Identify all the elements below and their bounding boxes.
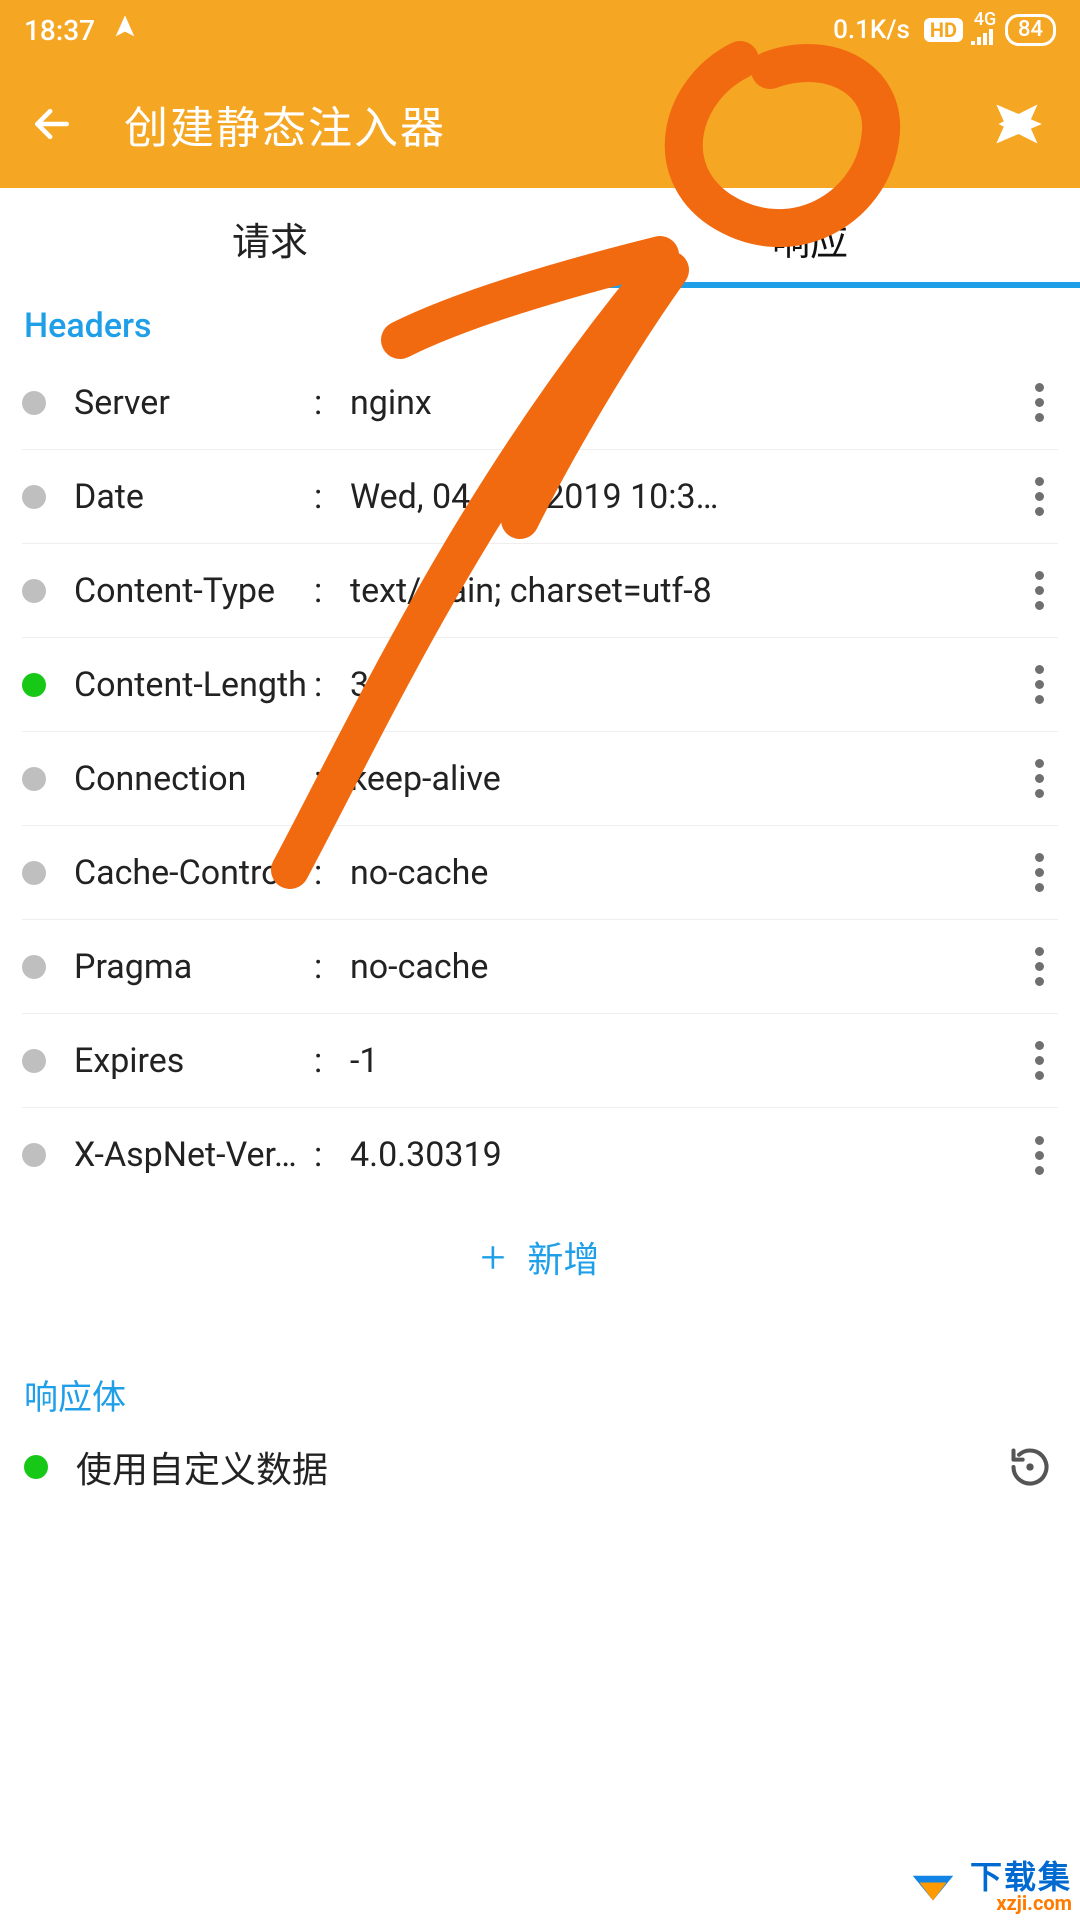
status-bar: 18:37 0.1K/s HD 4G 84 xyxy=(0,0,1080,60)
more-button[interactable] xyxy=(1020,853,1058,892)
body-section: 响应体 使用自定义数据 xyxy=(0,1352,1080,1505)
header-key: Content-Type xyxy=(74,571,314,611)
status-dot-icon xyxy=(22,955,46,979)
more-button[interactable] xyxy=(1020,665,1058,704)
more-vertical-icon xyxy=(1035,571,1044,610)
more-vertical-icon xyxy=(1035,1136,1044,1175)
status-dot-icon xyxy=(22,673,46,697)
colon: : xyxy=(314,1135,350,1175)
alarm-icon xyxy=(111,13,139,48)
add-header-label: 新增 xyxy=(527,1231,599,1283)
status-dot-icon xyxy=(24,1455,48,1479)
more-button[interactable] xyxy=(1020,759,1058,798)
more-button[interactable] xyxy=(1020,477,1058,516)
tab-request[interactable]: 请求 xyxy=(0,188,540,288)
colon: : xyxy=(314,853,350,893)
headers-section-title: Headers xyxy=(0,288,1080,356)
header-key: Cache-Control xyxy=(74,853,314,893)
tab-response[interactable]: 响应 xyxy=(540,188,1080,288)
header-value: text/plain; charset=utf-8 xyxy=(350,571,1020,611)
header-row[interactable]: Content-Length:32 xyxy=(22,638,1058,732)
header-value: keep-alive xyxy=(350,759,1020,799)
app-bar: 创建静态注入器 xyxy=(0,60,1080,188)
watermark: 下载集 xzji.com xyxy=(906,1860,1072,1914)
header-value: nginx xyxy=(350,383,1020,423)
more-vertical-icon xyxy=(1035,1041,1044,1080)
header-value: no-cache xyxy=(350,947,1020,987)
watermark-url: xzji.com xyxy=(970,1893,1072,1913)
colon: : xyxy=(314,477,350,517)
header-key: Connection xyxy=(74,759,314,799)
more-vertical-icon xyxy=(1035,477,1044,516)
battery-indicator: 84 xyxy=(1005,14,1056,46)
network-type: 4G xyxy=(971,13,999,47)
header-key: Expires xyxy=(74,1041,314,1081)
header-value: 4.0.30319 xyxy=(350,1135,1020,1175)
more-button[interactable] xyxy=(1020,383,1058,422)
header-value: -1 xyxy=(350,1041,1020,1081)
page-title: 创建静态注入器 xyxy=(124,92,446,156)
colon: : xyxy=(314,665,350,705)
plus-icon: + xyxy=(481,1231,506,1283)
header-key: X-AspNet-Ver… xyxy=(74,1135,314,1175)
header-value: 32 xyxy=(350,665,1020,705)
more-vertical-icon xyxy=(1035,853,1044,892)
status-dot-icon xyxy=(22,1143,46,1167)
header-row[interactable]: Server:nginx xyxy=(22,356,1058,450)
more-button[interactable] xyxy=(1020,1136,1058,1175)
send-button[interactable] xyxy=(988,94,1048,154)
status-time: 18:37 xyxy=(24,14,95,47)
custom-data-label: 使用自定义数据 xyxy=(76,1441,1004,1493)
status-left: 18:37 xyxy=(24,13,139,48)
header-row[interactable]: Date:Wed, 04 Dec 2019 10:3… xyxy=(22,450,1058,544)
colon: : xyxy=(314,947,350,987)
status-right: 0.1K/s HD 4G 84 xyxy=(833,13,1056,47)
network-type-label: 4G xyxy=(971,13,999,27)
watermark-cn: 下载集 xyxy=(970,1861,1072,1893)
header-key: Content-Length xyxy=(74,665,314,705)
headers-list: Server:nginxDate:Wed, 04 Dec 2019 10:3…C… xyxy=(0,356,1080,1202)
header-row[interactable]: Content-Type:text/plain; charset=utf-8 xyxy=(22,544,1058,638)
more-button[interactable] xyxy=(1020,571,1058,610)
back-button[interactable] xyxy=(28,100,76,148)
more-vertical-icon xyxy=(1035,759,1044,798)
header-key: Pragma xyxy=(74,947,314,987)
header-value: no-cache xyxy=(350,853,1020,893)
header-key: Date xyxy=(74,477,314,517)
more-button[interactable] xyxy=(1020,947,1058,986)
add-header-button[interactable]: + 新增 xyxy=(0,1202,1080,1312)
status-dot-icon xyxy=(22,767,46,791)
more-button[interactable] xyxy=(1020,1041,1058,1080)
body-section-title: 响应体 xyxy=(0,1352,1080,1429)
header-row[interactable]: Pragma:no-cache xyxy=(22,920,1058,1014)
status-dot-icon xyxy=(22,579,46,603)
colon: : xyxy=(314,1041,350,1081)
colon: : xyxy=(314,571,350,611)
colon: : xyxy=(314,383,350,423)
header-row[interactable]: Expires:-1 xyxy=(22,1014,1058,1108)
history-icon[interactable] xyxy=(1004,1441,1056,1493)
hd-badge: HD xyxy=(924,18,963,42)
status-dot-icon xyxy=(22,391,46,415)
status-dot-icon xyxy=(22,861,46,885)
download-icon xyxy=(906,1860,960,1914)
status-dot-icon xyxy=(22,1049,46,1073)
more-vertical-icon xyxy=(1035,665,1044,704)
tabs: 请求 响应 xyxy=(0,188,1080,288)
header-row[interactable]: Cache-Control:no-cache xyxy=(22,826,1058,920)
network-speed: 0.1K/s xyxy=(833,15,910,45)
header-row[interactable]: X-AspNet-Ver…:4.0.30319 xyxy=(22,1108,1058,1202)
header-key: Server xyxy=(74,383,314,423)
custom-data-row[interactable]: 使用自定义数据 xyxy=(0,1429,1080,1505)
header-row[interactable]: Connection:keep-alive xyxy=(22,732,1058,826)
colon: : xyxy=(314,759,350,799)
status-dot-icon xyxy=(22,485,46,509)
more-vertical-icon xyxy=(1035,383,1044,422)
more-vertical-icon xyxy=(1035,947,1044,986)
header-value: Wed, 04 Dec 2019 10:3… xyxy=(350,477,1020,517)
